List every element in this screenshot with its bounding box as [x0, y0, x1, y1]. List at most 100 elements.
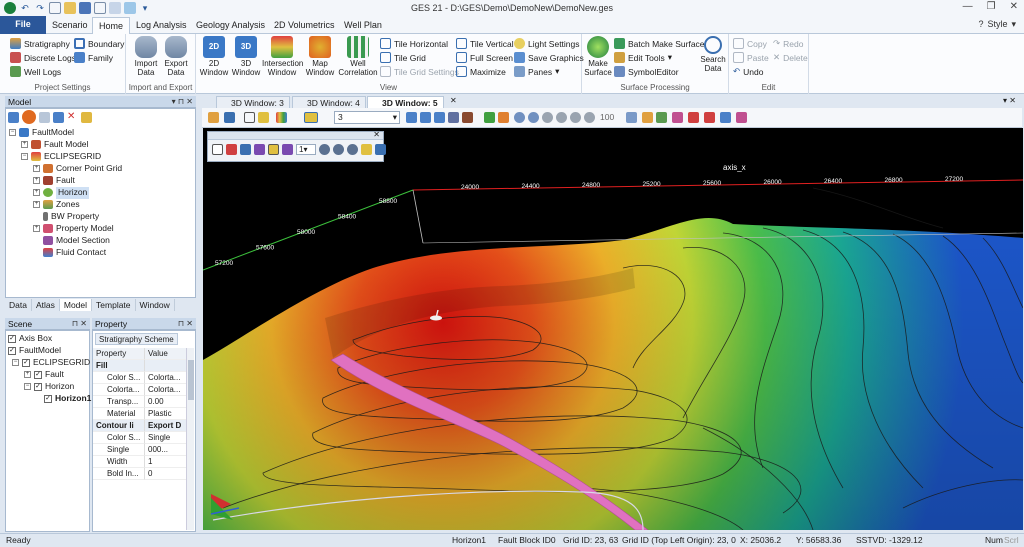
- sub-select[interactable]: 1▾: [296, 144, 316, 155]
- zoom-value[interactable]: 100: [600, 111, 624, 124]
- collapse-icon[interactable]: −: [21, 153, 28, 161]
- property-row[interactable]: Width 1: [93, 456, 187, 468]
- document-close-icon[interactable]: ▾ ✕: [1003, 96, 1016, 105]
- expand-icon[interactable]: +: [21, 141, 28, 149]
- expand-icon[interactable]: +: [33, 177, 40, 185]
- tree-node-eclipsegrid[interactable]: − ECLIPSEGRID: [21, 151, 101, 163]
- close-icon[interactable]: ✕: [373, 130, 380, 139]
- export-data-button[interactable]: Export Data: [160, 36, 192, 77]
- property-row[interactable]: Fill: [93, 360, 187, 372]
- import-data-button[interactable]: Import Data: [130, 36, 162, 77]
- select-icon[interactable]: [22, 110, 36, 124]
- copy-button[interactable]: Copy: [733, 37, 767, 50]
- nav-add-icon[interactable]: [347, 144, 358, 155]
- tile-horizontal-button[interactable]: Tile Horizontal: [380, 37, 448, 50]
- fault-display-icon[interactable]: [462, 112, 473, 123]
- tree-node-property-model[interactable]: + Property Model: [33, 223, 114, 235]
- print-icon[interactable]: [224, 112, 235, 123]
- property-value[interactable]: 0.00: [145, 396, 187, 408]
- edit-tools-button[interactable]: Edit Tools ▾: [614, 51, 672, 64]
- tree-node-zones[interactable]: + Zones: [33, 199, 80, 211]
- level-select[interactable]: 3 ▾: [334, 111, 400, 124]
- tree-node-faultmodel[interactable]: − FaultModel: [9, 127, 74, 139]
- panel-pin-close-icon[interactable]: ⊓ ✕: [72, 318, 87, 330]
- refresh-icon[interactable]: [53, 112, 64, 123]
- tree-node-fluid-contact[interactable]: Fluid Contact: [43, 247, 106, 259]
- checkbox[interactable]: ✓: [44, 394, 52, 403]
- property-row[interactable]: Bold In... 0: [93, 468, 187, 480]
- full-screen-button[interactable]: Full Screen: [456, 51, 513, 64]
- property-value[interactable]: Plastic: [145, 408, 187, 420]
- step-back-icon[interactable]: [556, 112, 567, 123]
- intersection-window-button[interactable]: Intersection Window: [262, 36, 303, 77]
- scene-node-axis-box[interactable]: ✓ Axis Box: [8, 333, 52, 345]
- tab-2d-volumetrics[interactable]: 2D Volumetrics: [268, 17, 341, 34]
- make-surface-button[interactable]: Make Surface: [582, 36, 614, 77]
- property-row[interactable]: Material Plastic: [93, 408, 187, 420]
- zoom-out-icon[interactable]: [528, 112, 539, 123]
- bounding-box-icon[interactable]: [258, 112, 269, 123]
- tab-template[interactable]: Template: [92, 299, 136, 311]
- marker-icon[interactable]: [688, 112, 699, 123]
- style-menu[interactable]: ? Style ▾: [978, 19, 1016, 30]
- panes-button[interactable]: Panes ▾: [514, 65, 559, 78]
- link-icon[interactable]: [736, 112, 747, 123]
- tab-atlas[interactable]: Atlas: [32, 299, 60, 311]
- property-row[interactable]: Color S... Single: [93, 432, 187, 444]
- tab-model[interactable]: Model: [59, 299, 93, 311]
- tab-scenario[interactable]: Scenario: [46, 17, 94, 34]
- checkbox[interactable]: ✓: [8, 346, 16, 355]
- property-value[interactable]: Colorta...: [145, 372, 187, 384]
- tab-file[interactable]: File: [0, 16, 46, 34]
- stratigraphy-button[interactable]: Stratigraphy: [10, 37, 70, 50]
- property-row[interactable]: Single 000...: [93, 444, 187, 456]
- pick-icon[interactable]: [704, 112, 715, 123]
- help-icon[interactable]: ?: [978, 19, 983, 30]
- checkbox[interactable]: ✓: [8, 334, 16, 343]
- properties-icon[interactable]: [39, 112, 50, 123]
- property-row[interactable]: Color S... Colorta...: [93, 372, 187, 384]
- property-row[interactable]: Contour li Export D: [93, 420, 187, 432]
- tab-home[interactable]: Home: [92, 17, 131, 34]
- symbol-editor-button[interactable]: SymbolEditor: [614, 65, 679, 78]
- tree-node-bw-property[interactable]: BW Property: [43, 211, 99, 223]
- property-row[interactable]: Colorta... Colorta...: [93, 384, 187, 396]
- tile-vertical-button[interactable]: Tile Vertical: [456, 37, 514, 50]
- grid-display-icon[interactable]: [498, 112, 509, 123]
- tab-data[interactable]: Data: [5, 299, 32, 311]
- section-icon[interactable]: [672, 112, 683, 123]
- property-value[interactable]: 000...: [145, 444, 187, 456]
- expand-icon[interactable]: +: [33, 225, 40, 233]
- floating-toolbar-titlebar[interactable]: ✕: [208, 130, 383, 140]
- scene-node-faultmodel[interactable]: ✓ FaultModel: [8, 345, 61, 357]
- property-value[interactable]: Single: [145, 432, 187, 444]
- expand-icon[interactable]: +: [33, 189, 40, 197]
- path-icon[interactable]: [282, 144, 293, 155]
- collapse-icon[interactable]: −: [12, 359, 19, 367]
- family-button[interactable]: Family: [74, 51, 113, 64]
- tree-node-model-section[interactable]: Model Section: [43, 235, 110, 247]
- group-icon[interactable]: [375, 144, 386, 155]
- checkbox[interactable]: ✓: [34, 382, 42, 391]
- delete-icon[interactable]: ✕: [67, 112, 78, 123]
- light-settings-button[interactable]: Light Settings: [514, 37, 580, 50]
- measure-tool-icon[interactable]: [268, 144, 279, 155]
- map-window-button[interactable]: Map Window: [304, 36, 336, 77]
- checkbox[interactable]: ✓: [34, 370, 42, 379]
- tab-well-plan[interactable]: Well Plan: [338, 17, 388, 34]
- expand-icon[interactable]: +: [33, 165, 40, 173]
- play-icon[interactable]: [542, 112, 553, 123]
- tab-geology-analysis[interactable]: Geology Analysis: [190, 17, 271, 34]
- tab-window[interactable]: Window: [136, 299, 175, 311]
- restore-icon[interactable]: ❐: [987, 1, 996, 12]
- pan-icon[interactable]: [434, 112, 445, 123]
- folder-icon[interactable]: [81, 112, 92, 123]
- person-icon[interactable]: [361, 144, 372, 155]
- triangle-icon[interactable]: [240, 144, 251, 155]
- nav-next-icon[interactable]: [333, 144, 344, 155]
- select-mode-icon[interactable]: [212, 144, 223, 155]
- property-value[interactable]: 0: [145, 468, 187, 480]
- redo-button[interactable]: ↷ Redo: [773, 37, 803, 50]
- expand-icon[interactable]: +: [33, 201, 40, 209]
- well-correlation-button[interactable]: Well Correlation: [338, 36, 378, 77]
